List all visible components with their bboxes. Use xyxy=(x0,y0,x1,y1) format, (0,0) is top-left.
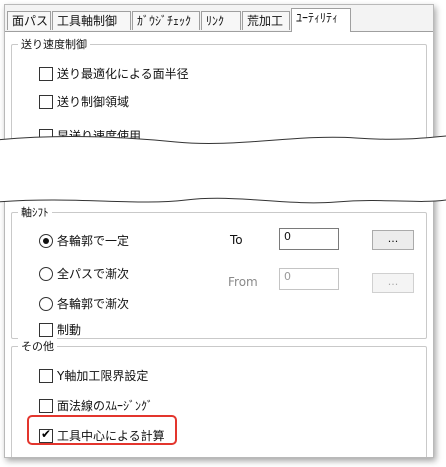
feed-rate-group-title: 送り速度制御 xyxy=(18,36,90,52)
normal-smoothing-checkbox[interactable]: 面法線のｽﾑｰｼﾞﾝｸﾞ xyxy=(39,397,153,414)
dialog-frame: 面パス 工具軸制御 ｶﾞｳｼﾞﾁｪｯｸ ﾘﾝｸ 荒加工 ﾕｰﾃｨﾘﾃｨ 送り速度… xyxy=(4,4,434,458)
radio-gradual-each-dot[interactable] xyxy=(39,296,53,311)
feed-control-area-label: 送り制御領域 xyxy=(57,95,130,109)
brake-checkbox[interactable]: 制動 xyxy=(39,321,81,338)
radio-constant-dot[interactable] xyxy=(39,233,53,248)
normal-smoothing-label: 面法線のｽﾑｰｼﾞﾝｸﾞ xyxy=(57,399,154,413)
feed-control-area-checkbox[interactable]: 送り制御領域 xyxy=(39,93,129,110)
tab-roughing[interactable]: 荒加工 xyxy=(242,11,290,30)
y-axis-limit-box[interactable] xyxy=(39,368,53,383)
y-axis-limit-label: Y軸加工限界設定 xyxy=(57,369,149,383)
utility-panel: 送り速度制御 送り最適化による面半径 送り制御領域 早送り速度使用 軸ｼﾌﾄ 各… xyxy=(5,32,433,457)
radio-gradual-all-paths[interactable]: 全パスで漸次 xyxy=(39,265,129,282)
radio-gradual-each-label: 各輪郭で漸次 xyxy=(57,297,130,311)
from-input[interactable]: 0 xyxy=(279,268,339,290)
radio-gradual-all-label: 全パスで漸次 xyxy=(57,267,130,281)
radio-gradual-each-contour[interactable]: 各輪郭で漸次 xyxy=(39,295,129,312)
from-label: From xyxy=(228,275,258,289)
normal-smoothing-box[interactable] xyxy=(39,398,53,413)
feed-control-area-box[interactable] xyxy=(39,94,53,109)
to-label: To xyxy=(230,233,243,247)
radio-gradual-all-dot[interactable] xyxy=(39,266,53,281)
y-axis-limit-checkbox[interactable]: Y軸加工限界設定 xyxy=(39,367,148,384)
axis-shift-group: 軸ｼﾌﾄ 各輪郭で一定 全パスで漸次 各輪郭で漸次 To 0 ... From … xyxy=(11,204,427,339)
tab-gouge-check[interactable]: ｶﾞｳｼﾞﾁｪｯｸ xyxy=(132,11,200,30)
tab-tool-axis-control[interactable]: 工具軸制御 xyxy=(52,11,131,30)
radio-constant-each-contour[interactable]: 各輪郭で一定 xyxy=(39,232,129,249)
feed-optimize-checkbox[interactable]: 送り最適化による面半径 xyxy=(39,65,189,82)
tab-link[interactable]: ﾘﾝｸ xyxy=(201,11,241,30)
tab-surface-path[interactable]: 面パス xyxy=(7,11,51,30)
feed-optimize-box[interactable] xyxy=(39,66,53,81)
feed-optimize-label: 送り最適化による面半径 xyxy=(57,67,189,81)
tab-utility[interactable]: ﾕｰﾃｨﾘﾃｨ xyxy=(291,8,351,32)
from-browse-button[interactable]: ... xyxy=(372,273,414,293)
torn-cut-overlay xyxy=(0,135,446,204)
highlight-box xyxy=(27,415,177,445)
to-input[interactable]: 0 xyxy=(279,228,339,250)
tab-bar: 面パス 工具軸制御 ｶﾞｳｼﾞﾁｪｯｸ ﾘﾝｸ 荒加工 ﾕｰﾃｨﾘﾃｨ xyxy=(5,5,433,32)
other-group-title: その他 xyxy=(18,338,57,354)
radio-constant-label: 各輪郭で一定 xyxy=(57,234,130,248)
brake-box[interactable] xyxy=(39,322,53,337)
brake-label: 制動 xyxy=(57,323,82,337)
to-browse-button[interactable]: ... xyxy=(372,230,414,250)
